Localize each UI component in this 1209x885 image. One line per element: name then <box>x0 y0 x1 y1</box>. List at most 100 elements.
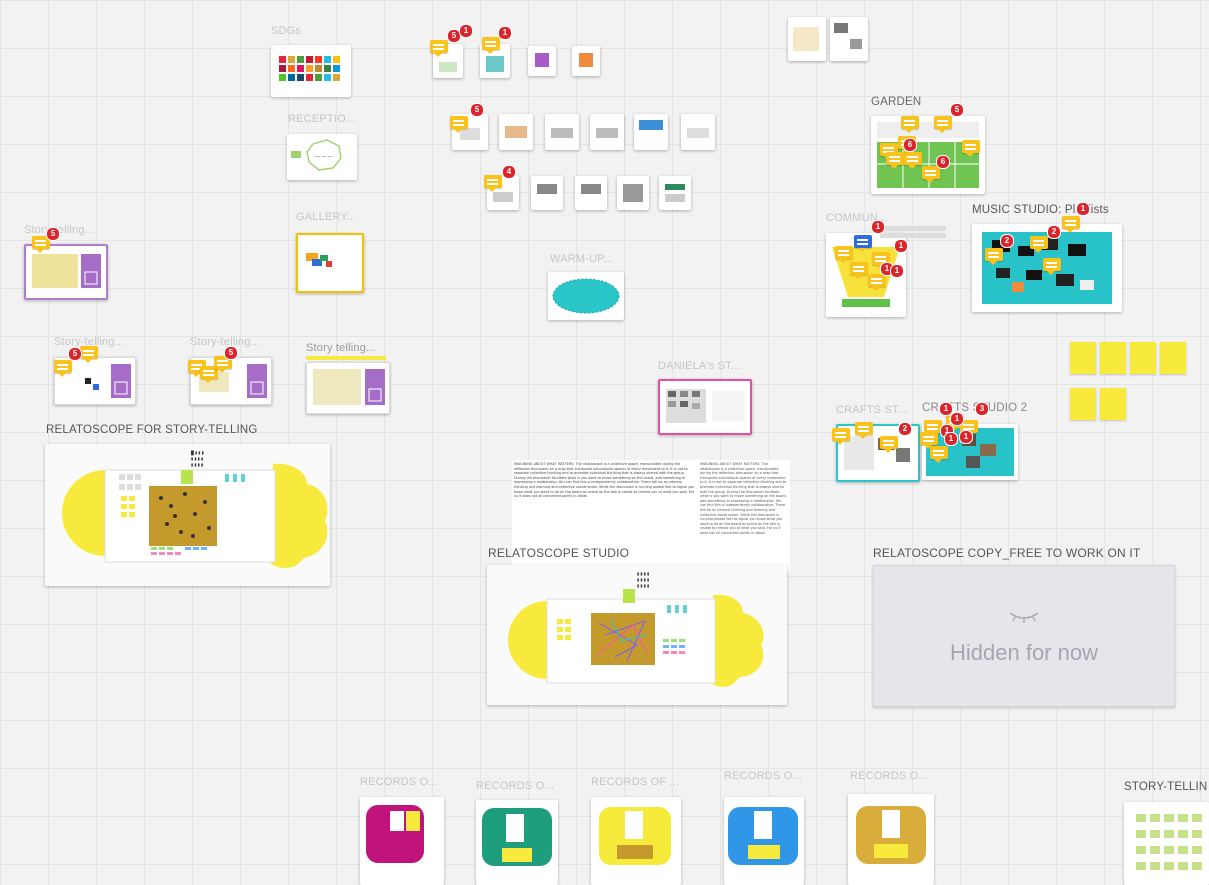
frame-title-storytelling-right[interactable]: STORY-TELLIN <box>1124 781 1207 793</box>
comment-badge[interactable]: 6 <box>936 155 950 169</box>
sticky-note-icon[interactable] <box>855 422 873 439</box>
comment-badge[interactable]: 6 <box>903 138 917 152</box>
comment-badge[interactable]: 1 <box>950 412 964 426</box>
thumbnail[interactable] <box>575 176 607 210</box>
sticky-note-icon[interactable] <box>850 262 868 279</box>
sticky-note[interactable] <box>1100 342 1126 374</box>
sticky-note-icon[interactable] <box>450 116 468 133</box>
sticky-note-icon[interactable] <box>484 175 502 192</box>
sticky-note-icon[interactable] <box>430 40 448 57</box>
comment-badge[interactable]: 3 <box>975 402 989 416</box>
frame-title-gallery[interactable]: GALLERY... <box>296 211 356 223</box>
comment-badge[interactable]: 1 <box>944 432 958 446</box>
frame-title-relatoscope-story[interactable]: RELATOSCOPE FOR STORY-TELLING <box>46 424 258 436</box>
sticky-note[interactable] <box>1070 388 1096 420</box>
frame-title-sdgs[interactable]: SDGs <box>271 25 301 37</box>
comment-badge[interactable]: 4 <box>502 165 516 179</box>
sticky-note-icon[interactable] <box>1030 236 1048 253</box>
relatoscope-studio-frame[interactable]: ▮ ▮ ▮ ▮ ▮ ▮ ▮ ▮ ▮ ▮ ▮ ▮ <box>487 565 787 705</box>
comment-badge[interactable]: 2 <box>1047 225 1061 239</box>
hidden-frame[interactable]: Hidden for now <box>873 565 1175 707</box>
storytelling-right-frame[interactable] <box>1124 802 1209 885</box>
comment-badge[interactable]: 2 <box>898 422 912 436</box>
sticky-note-icon[interactable] <box>962 140 980 157</box>
sticky-note-icon[interactable] <box>80 346 98 363</box>
warmup-frame[interactable] <box>548 272 624 320</box>
thumbnail[interactable] <box>659 176 691 210</box>
comment-badge[interactable]: 1 <box>459 24 473 38</box>
comment-badge[interactable]: 5 <box>68 347 82 361</box>
records-4-frame[interactable] <box>724 797 804 885</box>
frame-title-records-1[interactable]: RECORDS O... <box>360 776 438 788</box>
frame-title-relatoscope-studio[interactable]: RELATOSCOPE STUDIO <box>488 546 629 560</box>
sticky-note-icon[interactable] <box>904 152 922 169</box>
comment-badge[interactable]: 5 <box>470 103 484 117</box>
frame-title-crafts[interactable]: CRAFTS ST... <box>836 404 907 416</box>
frame-title-relatoscope-copy[interactable]: RELATOSCOPE COPY_FREE TO WORK ON IT <box>873 546 1141 560</box>
frame-title-records-5[interactable]: RECORDS O... <box>850 770 928 782</box>
comment-badge[interactable]: 5 <box>46 227 60 241</box>
capsule-thumbnail <box>874 844 908 858</box>
sticky-note-icon[interactable] <box>901 116 919 133</box>
thumbnail[interactable] <box>528 46 556 76</box>
sticky-note-icon[interactable] <box>922 166 940 183</box>
frame-title-warmup[interactable]: WARM-UP... <box>550 253 613 265</box>
frame-title-daniela[interactable]: DANIELA's ST... <box>658 360 741 372</box>
daniela-frame[interactable] <box>658 379 752 435</box>
relatoscope-story-frame[interactable]: █ ▮ ▮ ▮ ▮ ▮ ▮ ▮ ▮ ▮ ▮ ▮ <box>45 444 330 586</box>
thumbnail[interactable] <box>681 114 715 150</box>
thumbnail[interactable] <box>590 114 624 150</box>
sticky-note-icon[interactable] <box>886 152 904 169</box>
sticky-note-icon[interactable] <box>1062 216 1080 233</box>
comment-badge[interactable]: 1 <box>498 26 512 40</box>
sticky-note-icon[interactable] <box>920 432 938 449</box>
thumbnail[interactable] <box>788 17 826 61</box>
frame-title-storytelling-4[interactable]: Story telling... <box>306 342 376 354</box>
capsule-thumbnail <box>502 848 532 862</box>
thumbnail[interactable] <box>634 114 668 150</box>
thumbnail[interactable] <box>617 176 649 210</box>
thumbnail[interactable] <box>499 114 533 150</box>
sticky-note-icon[interactable] <box>868 274 886 291</box>
frame-title-records-4[interactable]: RECORDS O... <box>724 770 802 782</box>
comment-badge[interactable]: 1 <box>959 430 973 444</box>
frame-title-records-3[interactable]: RECORDS OF ... <box>591 776 679 788</box>
thumbnail[interactable] <box>545 114 579 150</box>
sticky-note-icon[interactable] <box>482 37 500 54</box>
records-3-frame[interactable] <box>591 797 681 885</box>
sticky-note-icon[interactable] <box>54 360 72 377</box>
sticky-note-icon[interactable] <box>934 116 952 133</box>
sticky-note[interactable] <box>1070 342 1096 374</box>
sticky-note[interactable] <box>1100 388 1126 420</box>
records-5-frame[interactable] <box>848 794 934 885</box>
sticky-note-icon[interactable] <box>930 446 948 463</box>
comment-badge[interactable]: 5 <box>950 103 964 117</box>
records-2-frame[interactable] <box>476 800 558 885</box>
gallery-frame[interactable] <box>296 233 364 293</box>
comment-badge[interactable]: 1 <box>871 220 885 234</box>
sticky-note[interactable] <box>1130 342 1156 374</box>
sticky-note-icon[interactable] <box>985 248 1003 265</box>
frame-title-garden[interactable]: GARDEN <box>871 96 921 108</box>
frame-title-reception[interactable]: RECEPTIO... <box>288 113 356 125</box>
sticky-note[interactable] <box>1160 342 1186 374</box>
sdgs-frame[interactable] <box>271 45 351 97</box>
sticky-note-icon[interactable] <box>1043 258 1061 275</box>
records-1-frame[interactable] <box>360 797 444 885</box>
comment-badge[interactable]: 1 <box>1076 202 1090 216</box>
frame-title-storytelling-3[interactable]: Story-telling... <box>190 336 260 348</box>
comment-badge[interactable]: 1 <box>890 264 904 278</box>
thumbnail[interactable] <box>572 46 600 76</box>
comment-badge[interactable]: 5 <box>224 346 238 360</box>
thumbnail[interactable] <box>830 17 868 61</box>
sticky-note-icon[interactable] <box>835 246 853 263</box>
thumbnail[interactable] <box>531 176 563 210</box>
reception-frame[interactable]: — — — <box>287 134 357 180</box>
storytelling-4-frame[interactable] <box>306 362 390 414</box>
chat-icon[interactable] <box>854 235 872 252</box>
comment-badge[interactable]: 2 <box>1000 234 1014 248</box>
frame-title-records-2[interactable]: RECORDS O... <box>476 780 554 792</box>
comment-badge[interactable]: 1 <box>894 239 908 253</box>
sticky-note-icon[interactable] <box>832 428 850 445</box>
sticky-note-icon[interactable] <box>880 436 898 453</box>
